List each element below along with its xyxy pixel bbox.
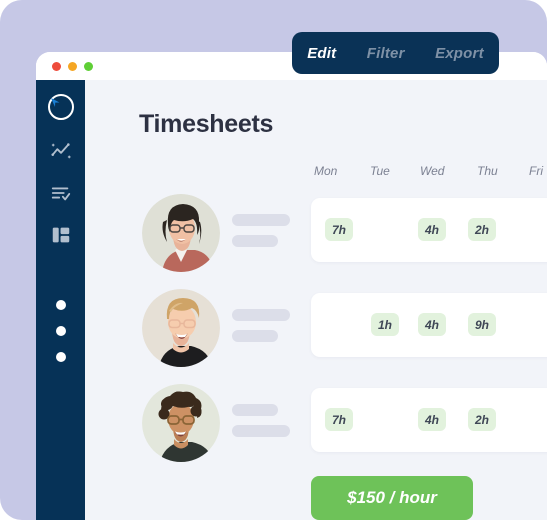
hours-pill-tue[interactable]: 1h [371, 313, 399, 336]
avatar[interactable] [142, 384, 220, 462]
hours-pill-wed[interactable]: 4h [418, 313, 446, 336]
checklist-icon [51, 187, 70, 201]
day-header-mon: Mon [314, 164, 338, 178]
close-window-button[interactable] [52, 61, 61, 71]
name-bar-secondary [232, 330, 278, 342]
name-bar-secondary [232, 425, 290, 437]
name-placeholder-bars [232, 309, 290, 351]
sidebar [36, 80, 85, 520]
day-header-wed: Wed [420, 164, 445, 178]
name-placeholder-bars [232, 404, 290, 446]
sidebar-pager-dot-3[interactable] [55, 352, 66, 362]
page-title: Timesheets [139, 110, 274, 138]
toolbar-export-button[interactable]: Export [435, 45, 484, 62]
avatar-person-glasses-rust-jacket [142, 194, 220, 272]
avatar-person-blond-glasses-black-tee [142, 289, 220, 367]
hours-pill-mon[interactable]: 7h [325, 218, 353, 241]
avatar[interactable] [142, 289, 220, 367]
hours-pill-thu[interactable]: 9h [468, 313, 496, 336]
day-header-tue: Tue [370, 164, 390, 178]
hours-pill-wed[interactable]: 4h [418, 218, 446, 241]
toolbar-filter-button[interactable]: Filter [367, 45, 405, 62]
hours-pill-mon[interactable]: 7h [325, 408, 353, 431]
rate-button[interactable]: $150 / hour [311, 476, 473, 520]
timesheet-card[interactable]: 7h 4h 2h [311, 388, 547, 452]
maximize-window-button[interactable] [84, 61, 93, 71]
name-bar-primary [232, 309, 290, 321]
screenshot-stage: Timesheets Mon Tue Wed Thu Fri 7h 4h 2h … [0, 0, 547, 520]
dashboard-grid-icon [52, 227, 69, 243]
analytics-chart-icon [50, 143, 71, 159]
sidebar-item-tasks[interactable] [50, 182, 72, 204]
day-header-row: Mon Tue Wed Thu Fri [314, 164, 547, 180]
avatar[interactable] [142, 194, 220, 272]
sidebar-pager-dot-2[interactable] [55, 326, 66, 336]
day-header-thu: Thu [477, 164, 498, 178]
logo-arrow [50, 98, 59, 107]
avatar-person-curly-hair-glasses [142, 384, 220, 462]
minimize-window-button[interactable] [68, 61, 77, 71]
name-placeholder-bars [232, 214, 290, 256]
sidebar-item-dashboard[interactable] [50, 224, 72, 246]
toolbar-edit-button[interactable]: Edit [307, 45, 336, 62]
timesheet-card[interactable]: 1h 4h 9h [311, 293, 547, 357]
app-window: Timesheets Mon Tue Wed Thu Fri 7h 4h 2h … [36, 52, 547, 520]
sidebar-pager [55, 300, 66, 378]
hours-pill-thu[interactable]: 2h [468, 408, 496, 431]
floating-toolbar: Edit Filter Export [292, 32, 499, 74]
day-header-fri: Fri [529, 164, 543, 178]
name-bar-secondary [232, 235, 278, 247]
timesheet-card[interactable]: 7h 4h 2h [311, 198, 547, 262]
hours-pill-wed[interactable]: 4h [418, 408, 446, 431]
sidebar-item-analytics[interactable] [50, 140, 72, 162]
table-row[interactable]: 7h 4h 2h [85, 188, 547, 274]
app-logo-icon[interactable] [47, 94, 74, 120]
main-content: Timesheets Mon Tue Wed Thu Fri 7h 4h 2h … [85, 80, 547, 520]
name-bar-primary [232, 404, 278, 416]
sidebar-pager-dot-1[interactable] [55, 300, 66, 310]
table-row[interactable]: 1h 4h 9h [85, 283, 547, 369]
hours-pill-thu[interactable]: 2h [468, 218, 496, 241]
table-row[interactable]: 7h 4h 2h [85, 378, 547, 464]
name-bar-primary [232, 214, 290, 226]
